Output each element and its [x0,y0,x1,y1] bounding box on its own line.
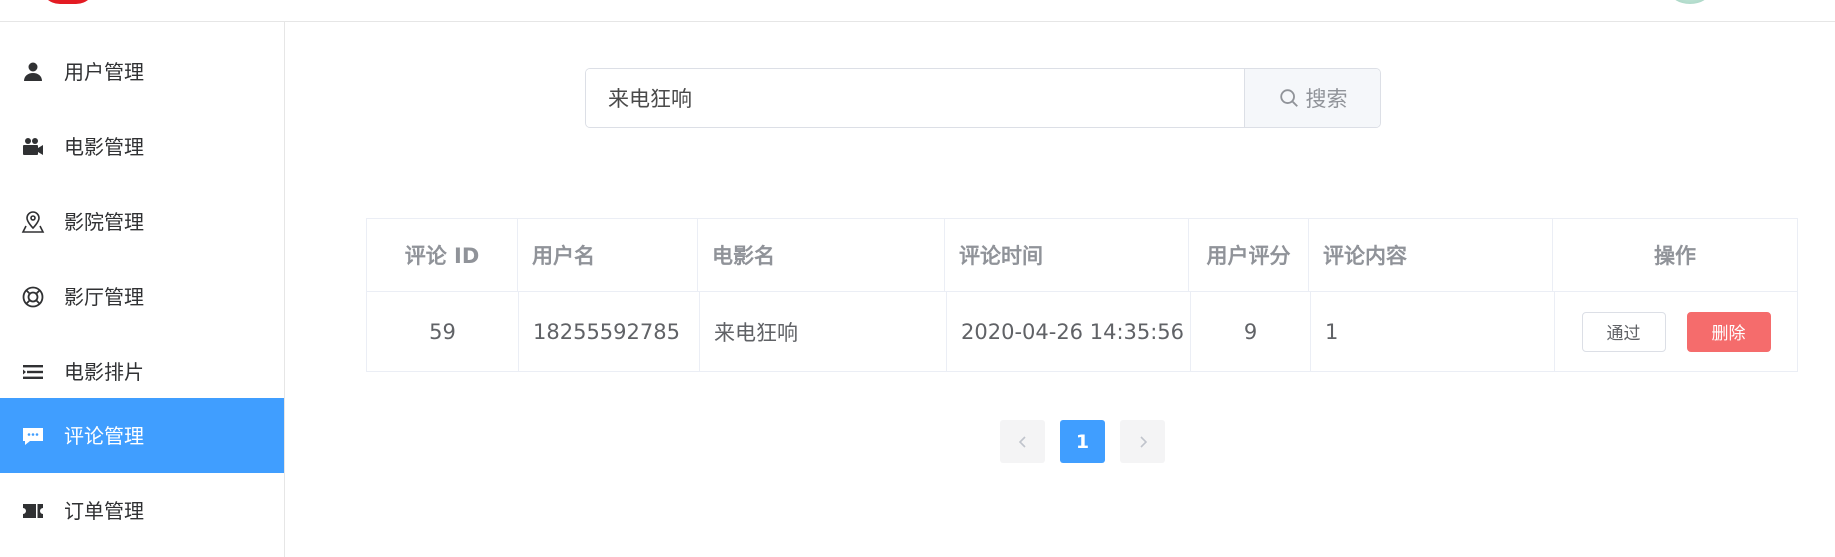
delete-button[interactable]: 删除 [1686,311,1771,352]
sidebar-item-order-management[interactable]: 订单管理 [0,473,284,548]
column-header-rating[interactable]: 用户评分 [1189,219,1309,292]
sidebar-item-label: 电影排片 [64,359,144,384]
search-button-label: 搜索 [1305,87,1348,111]
next-page-button[interactable] [1120,420,1165,463]
logo [40,0,96,4]
sidebar-item-hall-management[interactable]: 影厅管理 [0,259,284,334]
cell-comment-id: 59 [367,292,519,371]
sidebar-item-label: 评论管理 [64,423,144,448]
sidebar-item-label: 用户管理 [64,59,144,84]
search-input[interactable] [586,69,1244,127]
chevron-right-icon [1139,435,1147,448]
sidebar-item-cinema-management[interactable]: 影院管理 [0,184,284,259]
sidebar-item-user-management[interactable]: 用户管理 [0,34,284,109]
cell-rating: 9 [1191,292,1311,371]
sidebar: 用户管理 电影管理 影院管理 影厅管理 电影排片 评论管理 订单管理 [0,22,285,557]
lifebuoy-icon [20,284,46,310]
cell-actions: 通过 删除 [1555,292,1797,371]
chevron-left-icon [1018,435,1026,448]
cell-username: 18255592785 [519,292,700,371]
cell-movie: 来电狂响 [700,292,947,371]
chat-bubble-icon [20,423,46,449]
column-header-actions: 操作 [1553,219,1797,292]
approve-button[interactable]: 通过 [1581,311,1666,352]
page-number-current[interactable]: 1 [1060,420,1105,463]
column-header-movie[interactable]: 电影名 [698,219,945,292]
search-bar: 搜索 [585,68,1381,128]
sidebar-item-label: 订单管理 [64,498,144,523]
search-button[interactable]: 搜索 [1244,69,1380,127]
ticket-icon [20,498,46,524]
sidebar-item-label: 影厅管理 [64,284,144,309]
sidebar-item-movie-management[interactable]: 电影管理 [0,109,284,184]
video-camera-icon [20,134,46,160]
sidebar-item-label: 影院管理 [64,209,144,234]
sidebar-item-comment-management[interactable]: 评论管理 [0,398,284,473]
top-header [0,0,1835,22]
column-header-comment-time[interactable]: 评论时间 [945,219,1189,292]
search-icon [1279,89,1298,107]
prev-page-button[interactable] [1000,420,1045,463]
sidebar-item-label: 电影管理 [64,134,144,159]
user-icon [20,59,46,85]
avatar[interactable] [1670,0,1710,4]
location-pin-icon [20,209,46,235]
comments-table: 评论 ID 用户名 电影名 评论时间 用户评分 评论内容 操作 59 18255… [366,218,1798,372]
cell-comment-time: 2020-04-26 14:35:56 [947,292,1191,371]
column-header-content[interactable]: 评论内容 [1309,219,1553,292]
cell-content: 1 [1311,292,1555,371]
list-icon [20,359,46,385]
column-header-username[interactable]: 用户名 [518,219,698,292]
column-header-comment-id[interactable]: 评论 ID [367,219,518,292]
